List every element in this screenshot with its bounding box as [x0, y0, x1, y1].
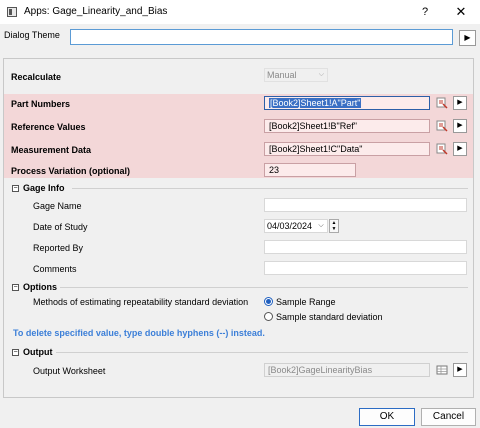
sample-std-label[interactable]: Sample standard deviation	[276, 312, 383, 322]
measurement-data-menu-button[interactable]: ▶	[453, 142, 467, 156]
close-button[interactable]: ✕	[452, 4, 470, 20]
part-numbers-label: Part Numbers	[11, 99, 71, 109]
gage-info-title: Gage Info	[23, 183, 65, 193]
delete-hint-note: To delete specified value, type double h…	[13, 328, 265, 338]
date-of-study-label: Date of Study	[33, 222, 88, 232]
part-numbers-value: [Book2]Sheet1!A"Part"	[269, 98, 362, 108]
section-divider	[56, 352, 468, 353]
gage-info-collapse-toggle[interactable]: −	[12, 185, 19, 192]
comments-input[interactable]	[264, 261, 467, 275]
dialog-theme-input[interactable]	[70, 29, 453, 45]
reference-values-menu-button[interactable]: ▶	[453, 119, 467, 133]
ok-button[interactable]: OK	[359, 408, 415, 426]
chevron-down-icon: ⌵	[318, 71, 324, 78]
output-worksheet-label: Output Worksheet	[33, 366, 106, 376]
worksheet-icon[interactable]	[436, 364, 448, 376]
reference-values-label: Reference Values	[11, 122, 86, 132]
calendar-dropdown-icon[interactable]: ⌵	[316, 220, 326, 232]
window-title: Apps: Gage_Linearity_and_Bias	[24, 6, 168, 17]
gage-name-input[interactable]	[264, 198, 467, 212]
sample-range-label[interactable]: Sample Range	[276, 297, 336, 307]
reported-by-input[interactable]	[264, 240, 467, 254]
reported-by-label: Reported By	[33, 243, 84, 253]
dialog-theme-label: Dialog Theme	[4, 30, 60, 40]
reference-values-input[interactable]: [Book2]Sheet1!B"Ref"	[264, 119, 430, 133]
select-range-icon[interactable]	[436, 120, 448, 132]
output-worksheet-menu-button[interactable]: ▶	[453, 363, 467, 377]
app-window-icon	[7, 7, 17, 17]
method-label: Methods of estimating repeatability stan…	[33, 297, 249, 307]
recalculate-value: Manual	[267, 70, 297, 80]
gage-name-label: Gage Name	[33, 201, 82, 211]
select-range-icon[interactable]	[436, 97, 448, 109]
measurement-data-input[interactable]: [Book2]Sheet1!C"Data"	[264, 142, 430, 156]
recalculate-label: Recalculate	[11, 72, 62, 82]
part-numbers-menu-button[interactable]: ▶	[453, 96, 467, 110]
measurement-data-label: Measurement Data	[11, 145, 92, 155]
select-range-icon[interactable]	[436, 143, 448, 155]
cancel-button[interactable]: Cancel	[421, 408, 476, 426]
options-collapse-toggle[interactable]: −	[12, 284, 19, 291]
process-variation-label: Process Variation (optional)	[11, 166, 131, 176]
options-title: Options	[23, 282, 57, 292]
output-title: Output	[23, 347, 53, 357]
section-divider	[60, 287, 468, 288]
process-variation-input[interactable]: 23	[264, 163, 356, 177]
date-of-study-value: 04/03/2024	[267, 221, 313, 231]
output-collapse-toggle[interactable]: −	[12, 349, 19, 356]
dialog-theme-menu-button[interactable]: ▶	[459, 30, 476, 46]
output-worksheet-input[interactable]: [Book2]GageLinearityBias	[264, 363, 430, 377]
sample-range-radio[interactable]	[264, 297, 273, 306]
help-button[interactable]: ?	[416, 4, 434, 20]
comments-label: Comments	[33, 264, 77, 274]
part-numbers-input[interactable]: [Book2]Sheet1!A"Part"	[264, 96, 430, 110]
recalculate-select[interactable]: Manual ⌵	[264, 68, 328, 82]
date-spin-button[interactable]: ▲ ▼	[329, 219, 339, 233]
sample-std-radio[interactable]	[264, 312, 273, 321]
section-divider	[72, 188, 468, 189]
